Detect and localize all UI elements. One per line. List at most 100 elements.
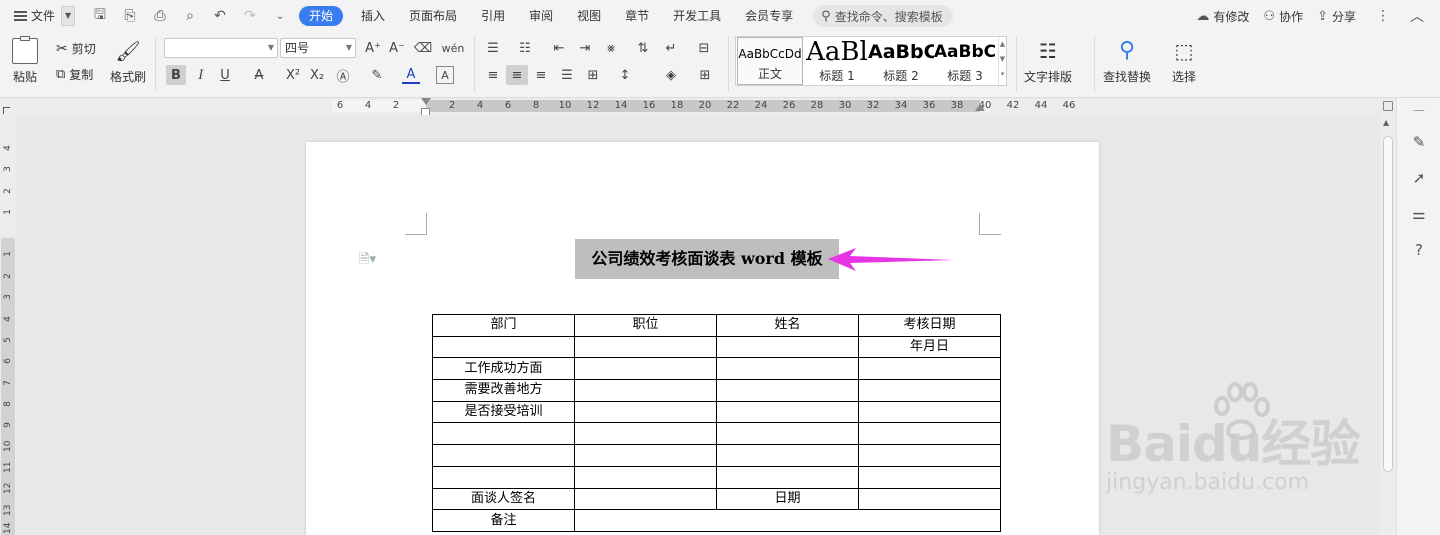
phonetic-guide-icon[interactable]: wén xyxy=(440,39,466,57)
table-cell[interactable] xyxy=(858,487,1001,511)
tab-member[interactable]: 会员专享 xyxy=(733,6,805,26)
style-heading-2[interactable]: AaBbC 标题 2 xyxy=(868,37,934,85)
table-cell[interactable] xyxy=(716,422,859,446)
table-cell[interactable] xyxy=(574,357,717,381)
chevron-down-icon[interactable]: ▼ xyxy=(61,6,76,26)
table-cell[interactable]: 备注 xyxy=(432,509,575,532)
table-cell[interactable] xyxy=(858,444,1001,467)
vertical-ruler[interactable]: 4 3 2 1 1 2 3 4 5 6 7 8 9 10 11 12 13 14 xyxy=(0,115,16,535)
table-cell[interactable] xyxy=(716,400,859,424)
sliders-icon[interactable]: ⚌ xyxy=(1409,204,1429,224)
save-icon[interactable]: 🖫 xyxy=(91,4,109,28)
tab-section[interactable]: 章节 xyxy=(613,6,661,26)
tab-home[interactable]: 开始 xyxy=(299,6,344,26)
clear-format-icon[interactable]: ⌫ xyxy=(414,39,432,57)
right-indent-marker[interactable] xyxy=(975,104,985,111)
table-cell[interactable] xyxy=(716,335,859,359)
cursor-icon[interactable]: ➚ xyxy=(1409,168,1429,188)
undo-icon[interactable]: ↶ xyxy=(211,8,229,24)
table-cell[interactable] xyxy=(574,379,717,402)
tab-stop-selector[interactable] xyxy=(3,107,10,114)
document-title[interactable]: 公司绩效考核面谈表 word 模板 xyxy=(575,239,839,279)
style-heading-3[interactable]: AaBbC 标题 3 xyxy=(932,37,998,85)
pen-icon[interactable]: ✎ xyxy=(1409,132,1429,152)
text-direction-icon[interactable]: ⇅ xyxy=(634,39,652,57)
first-line-indent-marker[interactable] xyxy=(421,98,431,108)
modified-status[interactable]: ☁ 有修改 xyxy=(1196,8,1249,25)
chinese-layout-icon[interactable]: ⨳ xyxy=(602,39,620,57)
text-effect-icon[interactable]: Ⓐ xyxy=(334,66,352,85)
table-cell[interactable]: 年月日 xyxy=(858,335,1001,359)
justify-icon[interactable]: ☰ xyxy=(558,66,576,84)
shading-icon[interactable]: ◈ xyxy=(662,66,680,84)
table-cell[interactable] xyxy=(574,335,717,359)
align-right-icon[interactable]: ≡ xyxy=(532,66,550,84)
tab-view[interactable]: 视图 xyxy=(565,6,613,26)
table-cell[interactable] xyxy=(432,335,575,359)
borders-icon[interactable]: ⊞ xyxy=(696,66,714,84)
table-cell[interactable] xyxy=(858,465,1001,489)
vertical-scrollbar[interactable]: ▲ xyxy=(1380,98,1396,535)
file-menu[interactable]: 文件 ▼ xyxy=(0,6,79,26)
find-replace-button[interactable]: ⚲ 查找替换 xyxy=(1103,38,1151,85)
horizontal-ruler[interactable]: 6 4 2 2 4 6 8 10 12 14 16 18 20 22 24 26 28 30 32 34 36 38 40 4… xyxy=(0,98,1440,116)
table-cell[interactable] xyxy=(574,465,717,489)
table-cell[interactable]: 职位 xyxy=(574,314,717,337)
show-marks-icon[interactable]: ↵ xyxy=(662,39,680,57)
increase-indent-icon[interactable]: ⇥ xyxy=(576,39,594,57)
numbered-list-icon[interactable]: ☷ xyxy=(516,39,534,57)
tab-insert[interactable]: 插入 xyxy=(349,6,397,26)
document-canvas[interactable]: 🗎▾ 公司绩效考核面谈表 word 模板 部门 职位 姓名 考核日期 年月日 工作成功方面… xyxy=(16,115,1380,535)
table-cell[interactable] xyxy=(574,400,717,424)
format-painter-button[interactable]: 🖌 格式刷 xyxy=(110,38,146,85)
bullet-list-icon[interactable]: ☰ xyxy=(484,39,502,57)
table-cell[interactable] xyxy=(716,444,859,467)
scroll-up-icon[interactable]: ▲ xyxy=(1383,118,1389,127)
table-cell[interactable]: 需要改善地方 xyxy=(432,379,575,402)
font-size-select[interactable]: 四号 ▼ xyxy=(280,38,356,58)
shrink-font-icon[interactable]: A⁻ xyxy=(388,39,406,57)
tab-page-layout[interactable]: 页面布局 xyxy=(397,6,469,26)
table-cell[interactable] xyxy=(574,487,717,511)
paragraph-options-icon[interactable]: 🗎▾ xyxy=(359,250,376,272)
paste-button[interactable]: 粘贴 xyxy=(12,36,38,85)
help-icon[interactable]: ? xyxy=(1409,240,1429,260)
select-button[interactable]: ⬚ 选择 xyxy=(1172,38,1196,85)
subscript-icon[interactable]: X₂ xyxy=(308,66,326,84)
table-cell[interactable] xyxy=(574,422,717,446)
table-cell[interactable] xyxy=(574,444,717,467)
collaborate-button[interactable]: ⚇ 协作 xyxy=(1263,8,1303,25)
line-spacing-icon[interactable]: ↕ xyxy=(616,66,634,84)
font-name-select[interactable]: ▼ xyxy=(164,38,278,58)
underline-icon[interactable]: U xyxy=(216,66,234,84)
table-cell[interactable] xyxy=(858,400,1001,424)
tab-review[interactable]: 审阅 xyxy=(517,6,565,26)
output-icon[interactable]: ⎘ xyxy=(121,8,139,24)
table-cell[interactable]: 面谈人签名 xyxy=(432,487,575,511)
cut-button[interactable]: ✂ 剪切 xyxy=(56,40,96,57)
print-preview-icon[interactable]: ⌕ xyxy=(181,8,199,24)
style-normal[interactable]: AaBbCcDd 正文 xyxy=(737,37,803,85)
print-icon[interactable]: ⎙ xyxy=(151,8,169,24)
gallery-scroll[interactable]: ▲ ▼ ▾ xyxy=(998,37,1006,85)
table-cell[interactable] xyxy=(858,379,1001,402)
bold-icon[interactable]: B xyxy=(166,65,186,85)
superscript-icon[interactable]: X² xyxy=(284,66,302,84)
table-cell[interactable] xyxy=(858,357,1001,381)
strikethrough-icon[interactable]: A xyxy=(250,66,268,84)
font-color-icon[interactable]: A xyxy=(402,66,420,84)
more-icon[interactable]: ⋮ xyxy=(1370,8,1396,24)
table-cell[interactable]: 工作成功方面 xyxy=(432,357,575,381)
italic-icon[interactable]: I xyxy=(192,66,210,84)
ruler-toggle-icon[interactable]: ⊟ xyxy=(694,39,714,57)
text-layout-button[interactable]: ☷ 文字排版 xyxy=(1024,38,1072,85)
tab-developer[interactable]: 开发工具 xyxy=(661,6,733,26)
table-cell[interactable]: 姓名 xyxy=(716,314,859,337)
table-cell[interactable]: 日期 xyxy=(716,487,859,511)
share-button[interactable]: ⇪ 分享 xyxy=(1317,8,1356,25)
table-cell[interactable] xyxy=(574,509,1001,532)
table-cell[interactable] xyxy=(432,444,575,467)
tab-references[interactable]: 引用 xyxy=(469,6,517,26)
copy-button[interactable]: ⧉ 复制 xyxy=(56,66,93,83)
grow-font-icon[interactable]: A⁺ xyxy=(364,39,382,57)
